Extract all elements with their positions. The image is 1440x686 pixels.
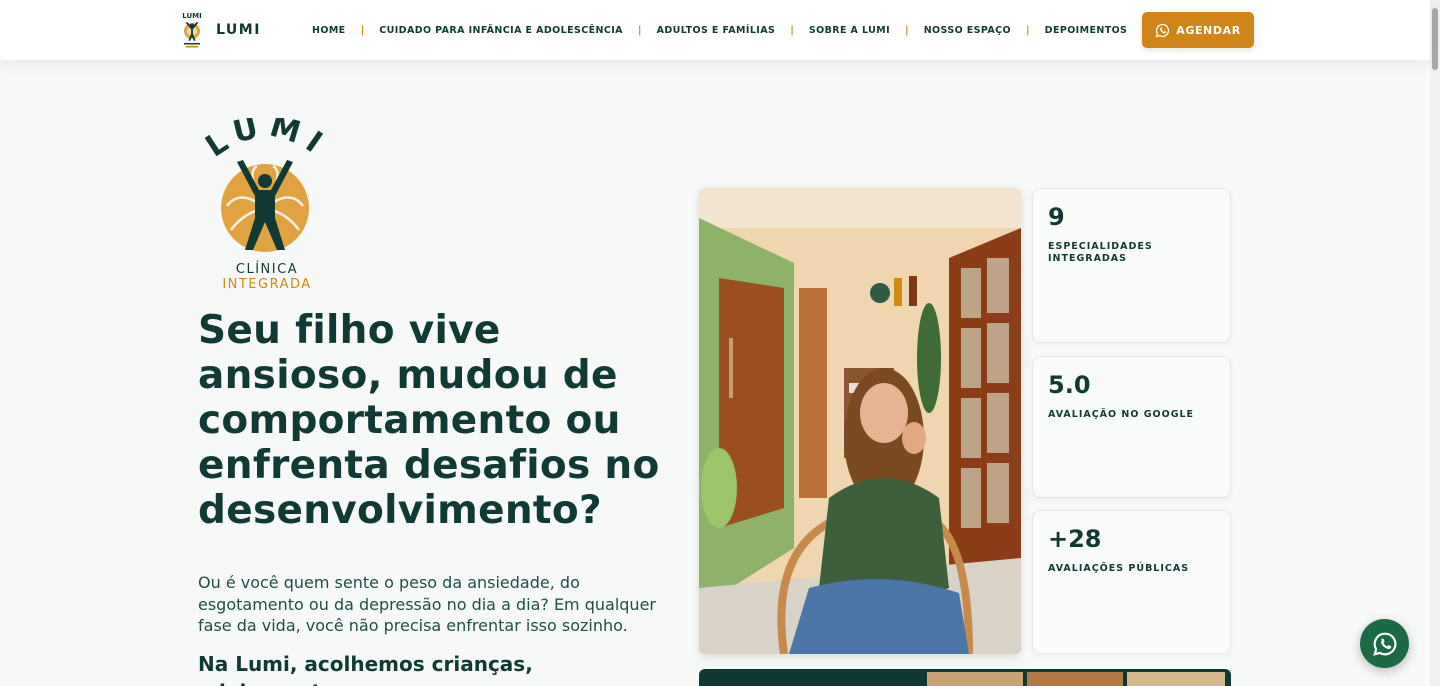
- page-scrollbar[interactable]: [1430, 0, 1440, 686]
- therapist-in-clinic-image: [699, 188, 1021, 654]
- hero-intro: Ou é você quem sente o peso da ansiedade…: [198, 573, 656, 635]
- agendar-button[interactable]: AGENDAR: [1142, 12, 1254, 48]
- svg-text:LUMI: LUMI: [182, 12, 201, 20]
- whatsapp-icon: [1155, 23, 1170, 37]
- nav-depoimentos[interactable]: DEPOIMENTOS: [1045, 25, 1128, 36]
- gallery-thumb[interactable]: [927, 672, 1023, 686]
- nav-adultos-familias[interactable]: ADULTOS E FAMÍLIAS: [657, 25, 776, 36]
- nav-home[interactable]: HOME: [312, 25, 346, 36]
- site-header: LUMI LUMI HOME | CUIDADO PARA INFÂNCIA E…: [0, 0, 1430, 60]
- nav-separator: |: [1026, 24, 1030, 36]
- whatsapp-floating-button[interactable]: [1360, 619, 1409, 668]
- nav-separator: |: [637, 24, 642, 36]
- lumi-clinica-integrada-logo: LUMI CLÍNICA INTEGRADA: [205, 118, 330, 292]
- stat-label: AVALIAÇÃO NO GOOGLE: [1048, 409, 1195, 420]
- stat-card-especialidades: 9 ESPECIALIDADES INTEGRADAS: [1032, 188, 1231, 343]
- stat-label: AVALIAÇÕES PÚBLICAS: [1048, 563, 1190, 574]
- stat-card-avaliacoes-publicas: +28 AVALIAÇÕES PÚBLICAS: [1032, 510, 1231, 654]
- gallery-thumb[interactable]: [1127, 672, 1225, 686]
- hero-subheading: Na Lumi, acolhemos crianças, adolescente…: [198, 652, 533, 686]
- stat-label: ESPECIALIDADES INTEGRADAS: [1048, 241, 1153, 264]
- hero-headline: Seu filho vive ansioso, mudou de comport…: [198, 308, 660, 533]
- nav-sobre[interactable]: SOBRE A LUMI: [809, 25, 890, 36]
- whatsapp-icon: [1372, 632, 1396, 656]
- agendar-label: AGENDAR: [1176, 23, 1241, 37]
- gallery-strip: [699, 669, 1231, 686]
- gallery-thumb[interactable]: [1027, 672, 1123, 686]
- hero-photo: [699, 188, 1021, 654]
- lumi-logo-icon: LUMI: [182, 12, 202, 48]
- svg-text:INTEGRADA: INTEGRADA: [222, 277, 311, 292]
- stat-card-avaliacao-google: 5.0 AVALIAÇÃO NO GOOGLE: [1032, 356, 1231, 498]
- nav-separator: |: [360, 24, 365, 36]
- nav-nosso-espaco[interactable]: NOSSO ESPAÇO: [924, 25, 1011, 36]
- nav-separator: |: [905, 24, 909, 36]
- nav-infancia-adolescencia[interactable]: CUIDADO PARA INFÂNCIA E ADOLESCÊNCIA: [379, 25, 623, 36]
- stat-value: 5.0: [1048, 371, 1091, 399]
- stat-value: +28: [1048, 525, 1102, 553]
- nav-separator: |: [790, 24, 794, 36]
- main-navigation: HOME | CUIDADO PARA INFÂNCIA E ADOLESCÊN…: [312, 22, 1127, 38]
- stat-value: 9: [1048, 203, 1065, 231]
- svg-text:LUMI: LUMI: [205, 118, 330, 165]
- scrollbar-thumb[interactable]: [1432, 8, 1438, 70]
- svg-text:CLÍNICA: CLÍNICA: [236, 261, 298, 277]
- brand-logo-link[interactable]: LUMI LUMI: [178, 10, 261, 50]
- brand-name: LUMI: [216, 22, 261, 38]
